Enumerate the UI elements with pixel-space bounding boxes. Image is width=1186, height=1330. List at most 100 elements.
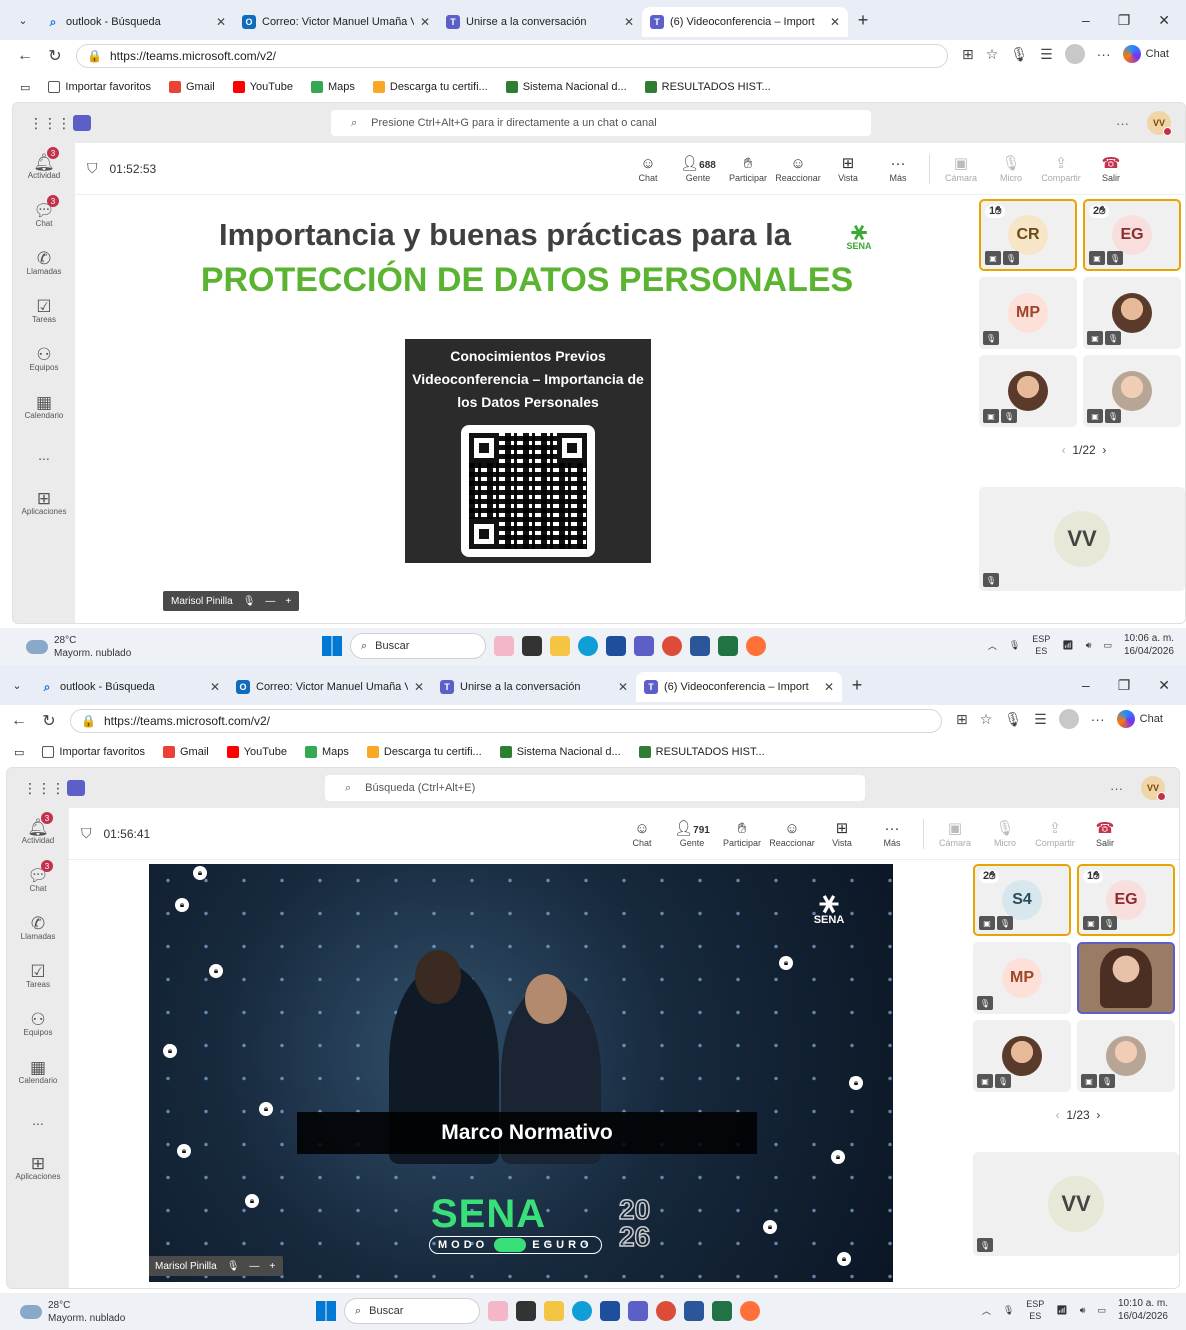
rail-item-tareas[interactable]: ☑ Tareas (13, 287, 75, 335)
share-button[interactable]: ⇪ Compartir (1030, 812, 1080, 856)
profile-avatar[interactable] (1058, 709, 1079, 729)
battery-icon[interactable]: ▭ (1097, 1305, 1106, 1316)
chevron-right-icon[interactable]: › (1102, 443, 1106, 457)
bookmark-resultados[interactable]: RESULTADOS HIST... (638, 746, 765, 758)
camera-button[interactable]: ▣ Cámara (936, 147, 986, 191)
rail-item-calendario[interactable]: ▦ Calendario (13, 383, 75, 431)
file-explorer-icon[interactable] (544, 1301, 564, 1321)
tab-actions-menu[interactable]: ⌄ (8, 7, 38, 33)
plus-icon[interactable]: + (269, 1261, 275, 1272)
chevron-right-icon[interactable]: › (1096, 1108, 1100, 1122)
more-icon[interactable]: ··· (1116, 116, 1129, 131)
chevron-left-icon[interactable]: ‹ (1062, 443, 1066, 457)
edge-icon[interactable] (578, 636, 598, 656)
widgets-icon[interactable] (488, 1301, 508, 1321)
clock[interactable]: 10:10 a. m. 16/04/2026 (1118, 1297, 1168, 1323)
minimize-icon[interactable]: – (1082, 677, 1090, 694)
react-button[interactable]: ☺ Reaccionar (767, 812, 817, 856)
mic-icon[interactable]: 🎙 (1004, 711, 1022, 728)
close-icon[interactable]: ✕ (408, 680, 424, 694)
plus-icon[interactable]: + (842, 675, 872, 696)
rail-item-aplicaciones[interactable]: ⊞ Aplicaciones (13, 479, 75, 527)
search-input[interactable]: ⌕ Presione Ctrl+Alt+G para ir directament… (331, 110, 871, 136)
plus-icon[interactable]: + (285, 596, 291, 607)
clock[interactable]: 10:06 a. m. 16/04/2026 (1124, 632, 1174, 658)
back-icon[interactable]: ← (10, 47, 40, 65)
search-input[interactable]: ⌕ Búsqueda (Ctrl+Alt+E) (325, 775, 865, 801)
firefox-icon[interactable] (740, 1301, 760, 1321)
copilot-button[interactable]: Chat (1122, 45, 1169, 63)
tab-actions-menu[interactable]: ⌄ (2, 672, 32, 698)
wifi-icon[interactable]: 📶︎ (1062, 640, 1073, 651)
mic-icon[interactable]: 🎙 (1010, 46, 1028, 63)
tab-outlook-mail[interactable]: OCorreo: Victor Manuel Umaña Villa✕ (228, 672, 432, 702)
tab-outlook-search[interactable]: ⌕ outlook - Búsqueda ✕ (32, 672, 228, 702)
minus-icon[interactable]: — (249, 1261, 259, 1272)
rail-item-chat[interactable]: 💬︎ 3 Chat (7, 856, 69, 904)
mic-icon[interactable]: 🎙︎ (1009, 640, 1020, 651)
bookmark-certificado[interactable]: Descarga tu certifi... (366, 746, 482, 758)
profile-avatar[interactable] (1064, 44, 1085, 64)
mic-button[interactable]: 🎙︎ Micro (986, 147, 1036, 191)
bookmark-import[interactable]: Importar favoritos (42, 746, 145, 758)
mic-button[interactable]: 🎙︎ Micro (980, 812, 1030, 856)
participant-tile-cr[interactable]: 1✋︎ CR ▣ 🎙︎ (979, 199, 1077, 271)
rail-item-more[interactable]: ... (13, 431, 75, 479)
wifi-icon[interactable]: 📶︎ (1056, 1305, 1067, 1316)
mic-icon[interactable]: 🎙︎ (1003, 1305, 1014, 1316)
refresh-icon[interactable]: ↻ (34, 711, 64, 731)
teams-icon[interactable] (73, 115, 91, 131)
view-button[interactable]: ⊞ Vista (817, 812, 867, 856)
chat-button[interactable]: ☺ Chat (623, 147, 673, 191)
share-button[interactable]: ⇪ Compartir (1036, 147, 1086, 191)
people-button[interactable]: 👤︎791 Gente (667, 812, 717, 856)
sidebar-toggle-icon[interactable]: ▭ (14, 746, 24, 759)
more-button[interactable]: ··· Más (867, 812, 917, 856)
battery-icon[interactable]: ▭ (1103, 640, 1112, 651)
teams-icon[interactable] (634, 636, 654, 656)
bookmark-maps[interactable]: Maps (310, 81, 355, 93)
weather-widget[interactable]: 28°C Mayorm. nublado (26, 634, 131, 660)
language-indicator[interactable]: ESP ES (1032, 633, 1050, 657)
raise-hand-button[interactable]: ✋︎ Participar (717, 812, 767, 856)
task-view-icon[interactable] (516, 1301, 536, 1321)
more-icon[interactable]: ··· (1110, 781, 1123, 796)
more-icon[interactable]: ··· (1097, 46, 1111, 62)
refresh-icon[interactable]: ↻ (40, 46, 70, 66)
store-icon[interactable] (606, 636, 626, 656)
tab-videoconference[interactable]: T (6) Videoconferencia – Import ✕ (642, 7, 848, 37)
participant-tile-mp[interactable]: MP 🎙︎ (979, 277, 1077, 349)
waffle-icon[interactable]: ⋮⋮⋮ (23, 780, 65, 797)
avatar[interactable]: VV (1141, 776, 1166, 801)
word-icon[interactable] (684, 1301, 704, 1321)
firefox-icon[interactable] (746, 636, 766, 656)
taskbar-search[interactable]: ⌕ Buscar (350, 633, 486, 659)
participant-tile-photo[interactable]: ▣ 🎙︎ (1083, 277, 1181, 349)
restore-icon[interactable]: ❐ (1118, 12, 1131, 29)
bookmark-maps[interactable]: Maps (304, 746, 349, 758)
participant-tile-photo[interactable]: ▣ 🎙︎ (1077, 1020, 1175, 1092)
close-icon[interactable]: ✕ (618, 15, 634, 29)
bookmark-certificado[interactable]: Descarga tu certifi... (372, 81, 488, 93)
plus-icon[interactable]: + (848, 10, 878, 31)
rail-item-calendario[interactable]: ▦ Calendario (7, 1048, 69, 1096)
tab-join-conversation[interactable]: T Unirse a la conversación ✕ (432, 672, 636, 702)
copilot-button[interactable]: Chat (1116, 710, 1163, 728)
volume-icon[interactable]: 🔊︎ (1086, 640, 1092, 651)
rail-item-tareas[interactable]: ☑ Tareas (7, 952, 69, 1000)
close-icon[interactable]: ✕ (818, 680, 834, 694)
avatar[interactable]: VV (1147, 111, 1172, 136)
rail-item-more[interactable]: ... (7, 1096, 69, 1144)
rail-item-equipos[interactable]: ⚇ Equipos (7, 1000, 69, 1048)
close-window-icon[interactable]: ✕ (1158, 12, 1170, 29)
bookmark-youtube[interactable]: YouTube (232, 81, 293, 93)
apps-icon[interactable]: ⊞ (962, 46, 974, 63)
task-view-icon[interactable] (522, 636, 542, 656)
leave-button[interactable]: ☎ Salir (1086, 147, 1136, 191)
participant-tile-eg[interactable]: 1✋︎ EG ▣ 🎙︎ (1077, 864, 1175, 936)
language-indicator[interactable]: ESP ES (1026, 1298, 1044, 1322)
bookmark-youtube[interactable]: YouTube (226, 746, 287, 758)
file-explorer-icon[interactable] (550, 636, 570, 656)
url-field[interactable]: 🔒 https://teams.microsoft.com/v2/ (70, 709, 942, 733)
rail-item-aplicaciones[interactable]: ⊞ Aplicaciones (7, 1144, 69, 1192)
